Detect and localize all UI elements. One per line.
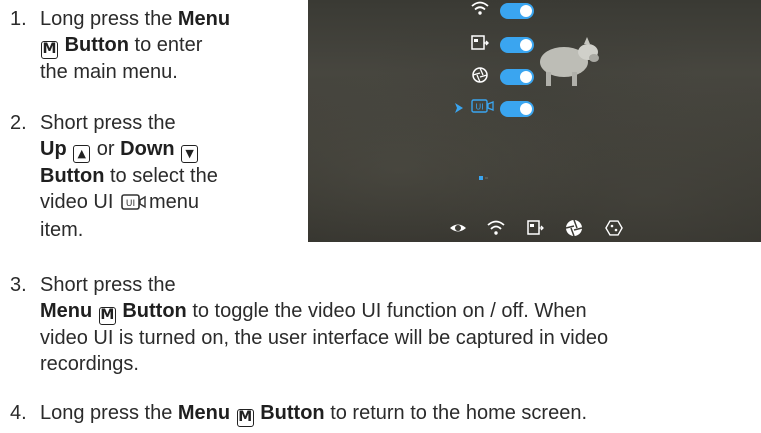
down-key-icon: ▼ bbox=[181, 145, 199, 163]
device-screen-illustration: UI bbox=[308, 0, 761, 242]
svg-text:UI: UI bbox=[475, 103, 483, 112]
step-number: 4. bbox=[10, 402, 27, 424]
wifi-icon bbox=[471, 1, 489, 15]
step-number: 3. bbox=[10, 274, 27, 296]
video-output-toggle[interactable] bbox=[500, 37, 534, 53]
svg-text:UI: UI bbox=[126, 199, 135, 209]
video-output-icon bbox=[527, 220, 544, 235]
settings-icon bbox=[605, 220, 623, 236]
step-number: 1. bbox=[10, 8, 27, 30]
menu-key-icon: M bbox=[236, 409, 254, 427]
menu-key-icon: M bbox=[41, 41, 58, 59]
selection-pointer-icon bbox=[455, 103, 463, 113]
page-indicator bbox=[479, 176, 488, 180]
wifi-toggle[interactable] bbox=[500, 3, 534, 19]
step-number: 2. bbox=[10, 112, 27, 134]
eye-icon bbox=[450, 224, 466, 232]
menu-key-icon: M bbox=[98, 307, 116, 325]
video-ui-icon: UI bbox=[471, 99, 494, 113]
up-key-icon: ▲ bbox=[73, 145, 91, 163]
wifi-icon bbox=[487, 220, 505, 235]
video-output-icon bbox=[471, 35, 489, 50]
video-ui-toggle[interactable] bbox=[500, 101, 534, 117]
bottom-status-bar bbox=[448, 218, 648, 238]
aperture-icon bbox=[472, 67, 488, 83]
aperture-icon bbox=[565, 219, 583, 237]
video-ui-icon: UI bbox=[121, 191, 147, 217]
thermal-animal-image bbox=[540, 37, 599, 86]
aperture-toggle[interactable] bbox=[500, 69, 534, 85]
